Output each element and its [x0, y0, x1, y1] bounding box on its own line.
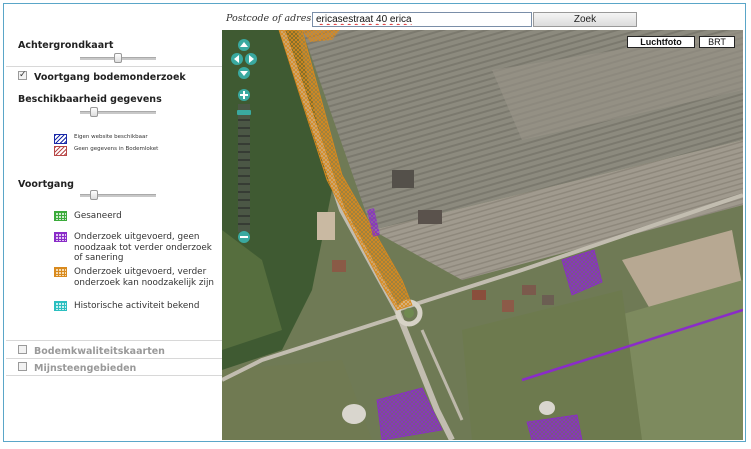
legend-label: Geen gegevens in Bodemloket [74, 146, 159, 152]
blue-hatch-swatch [54, 134, 67, 144]
zoom-slider-icon[interactable] [237, 104, 251, 232]
orange-grid-swatch [54, 267, 67, 277]
layer-panel: Achtergrondkaart ✓ Voortgang bodemonderz… [6, 33, 222, 440]
red-hatch-swatch [54, 146, 67, 156]
availability-title: Beschikbaarheid gegevens [18, 94, 162, 105]
legend-sanitized: Gesaneerd [54, 211, 122, 222]
legend-further-needed: Onderzoek uitgevoerd, verder onderzoek k… [54, 267, 222, 288]
zoom-out-icon[interactable] [238, 231, 250, 243]
legend-no-data: Geen gegevens in Bodemloket [54, 146, 158, 156]
legend-own-website: Eigen website beschikbaar [54, 134, 148, 144]
pan-down-icon[interactable] [238, 67, 250, 79]
brt-toggle[interactable]: BRT [699, 36, 735, 48]
progress-title: Voortgang [18, 179, 74, 190]
pan-left-icon[interactable] [231, 53, 243, 65]
soil-quality-title[interactable]: Bodemkwaliteitskaarten [34, 346, 165, 357]
purple-grid-swatch [54, 232, 67, 242]
divider [6, 340, 222, 341]
aerial-photo-toggle[interactable]: Luchtfoto [627, 36, 695, 48]
cyan-grid-swatch [54, 301, 67, 311]
availability-opacity-slider[interactable] [80, 107, 156, 117]
search-bar: Postcode of adres Zoek [222, 9, 742, 29]
pan-right-icon[interactable] [245, 53, 257, 65]
mine-stone-title[interactable]: Mijnsteengebieden [34, 363, 136, 374]
progress-opacity-slider[interactable] [80, 190, 156, 200]
divider [6, 358, 222, 359]
divider [6, 375, 222, 376]
divider [6, 66, 222, 67]
green-grid-swatch [54, 211, 67, 221]
soil-progress-title: Voortgang bodemonderzoek [34, 72, 186, 83]
slider-thumb[interactable] [114, 53, 122, 63]
map-viewport[interactable]: Luchtfoto BRT [222, 30, 743, 440]
soil-quality-checkbox[interactable] [18, 345, 27, 354]
search-button[interactable]: Zoek [533, 12, 637, 27]
legend-label: Onderzoek uitgevoerd, geen noodzaak tot … [74, 232, 212, 263]
legend-label: Eigen website beschikbaar [74, 134, 148, 140]
legend-label: Gesaneerd [74, 211, 122, 221]
slider-thumb[interactable] [90, 107, 98, 117]
legend-label: Historische activiteit bekend [74, 301, 200, 311]
legend-no-further: Onderzoek uitgevoerd, geen noodzaak tot … [54, 232, 222, 264]
address-search-input[interactable] [312, 12, 532, 27]
legend-label: Onderzoek uitgevoerd, verder onderzoek k… [74, 267, 215, 288]
mine-stone-checkbox[interactable] [18, 362, 27, 371]
zoom-in-icon[interactable] [238, 89, 250, 101]
pan-up-icon[interactable] [238, 39, 250, 51]
background-map-title: Achtergrondkaart [18, 40, 114, 51]
soil-progress-checkbox[interactable]: ✓ [18, 71, 27, 80]
legend-historic: Historische activiteit bekend [54, 301, 222, 312]
background-opacity-slider[interactable] [80, 53, 156, 63]
aerial-photo [222, 30, 743, 440]
slider-thumb[interactable] [90, 190, 98, 200]
postcode-label: Postcode of adres [226, 13, 312, 24]
map-navigation [231, 39, 257, 243]
